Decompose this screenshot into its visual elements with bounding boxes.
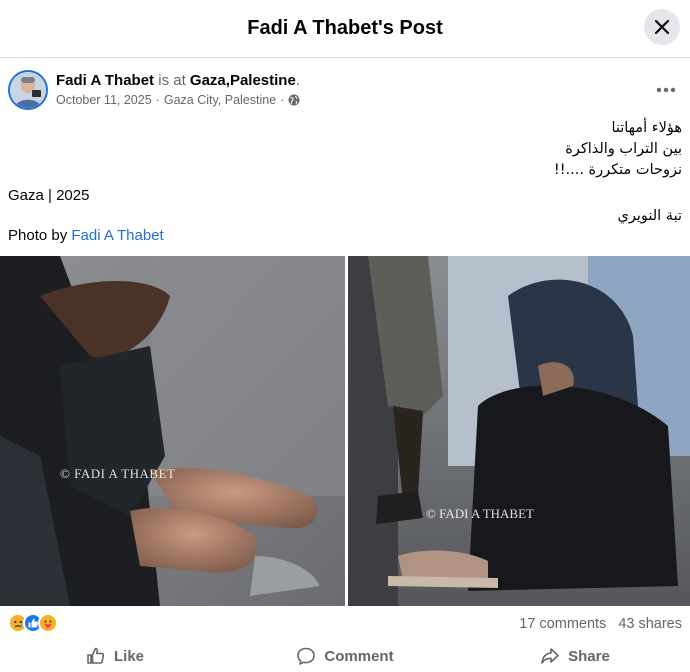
comment-icon <box>297 647 316 665</box>
caption-text: Gaza | 2025 <box>8 187 90 204</box>
photo-credit: Photo by Fadi A Thabet <box>8 227 164 244</box>
meta-separator: · <box>155 93 160 107</box>
is-at-text: is at <box>158 72 186 89</box>
location-link[interactable]: Gaza,Palestine <box>190 72 296 89</box>
shares-count[interactable]: 43 shares <box>618 616 682 632</box>
post-author-row: Fadi A Thabet is at Gaza,Palestine. Octo… <box>8 70 682 112</box>
more-options-button[interactable] <box>652 80 680 100</box>
avatar[interactable] <box>8 70 48 110</box>
watermark-right: © FADI A THABET <box>426 506 534 521</box>
share-icon <box>541 648 559 664</box>
photo-right[interactable]: © FADI A THABET <box>348 256 690 606</box>
globe-icon[interactable] <box>288 94 300 106</box>
meta-separator: · <box>280 93 285 107</box>
photographer-link[interactable]: Fadi A Thabet <box>71 227 163 244</box>
author-name[interactable]: Fadi A Thabet <box>56 72 154 89</box>
comment-label: Comment <box>324 647 394 665</box>
post-dialog-header: Fadi A Thabet's Post <box>0 0 690 58</box>
watermark-left: © FADI A THABET <box>60 466 176 481</box>
photo-by-label: Photo by <box>8 227 68 244</box>
comments-count[interactable]: 17 comments <box>519 616 606 632</box>
post-stats: 17 comments 43 shares <box>0 610 690 638</box>
post-date[interactable]: October 11, 2025 <box>56 93 152 107</box>
thumbs-up-icon <box>87 647 105 664</box>
arabic-line-4: تبة النويري <box>617 208 683 224</box>
share-button[interactable]: Share <box>460 640 690 672</box>
care-icon <box>38 613 58 633</box>
photo-grid: © FADI A THABET © FADI A THABET <box>0 256 690 606</box>
post-meta: October 11, 2025 · Gaza City, Palestine … <box>56 93 300 107</box>
arabic-line-2: بين التراب والذاكرة <box>565 141 682 157</box>
arabic-line-3: نزوحات متكررة ....!! <box>553 162 682 178</box>
comment-button[interactable]: Comment <box>230 640 460 672</box>
reaction-summary[interactable] <box>8 613 58 633</box>
arabic-line-1: هؤلاء أمهاتنا <box>611 120 682 136</box>
like-label: Like <box>113 647 144 665</box>
post-place[interactable]: Gaza City, Palestine <box>164 93 276 107</box>
photo-left[interactable]: © FADI A THABET <box>0 256 345 606</box>
like-button[interactable]: Like <box>0 640 230 672</box>
engagement-counts: 17 comments 43 shares <box>519 616 682 632</box>
post-actions: Like Comment Share <box>0 640 690 672</box>
close-icon <box>654 19 670 35</box>
share-label: Share <box>568 647 610 665</box>
author-line: Fadi A Thabet is at Gaza,Palestine. <box>56 72 300 89</box>
more-dots-icon <box>656 87 676 93</box>
close-button[interactable] <box>644 9 680 45</box>
dialog-title: Fadi A Thabet's Post <box>247 17 443 39</box>
period-text: . <box>295 72 300 89</box>
